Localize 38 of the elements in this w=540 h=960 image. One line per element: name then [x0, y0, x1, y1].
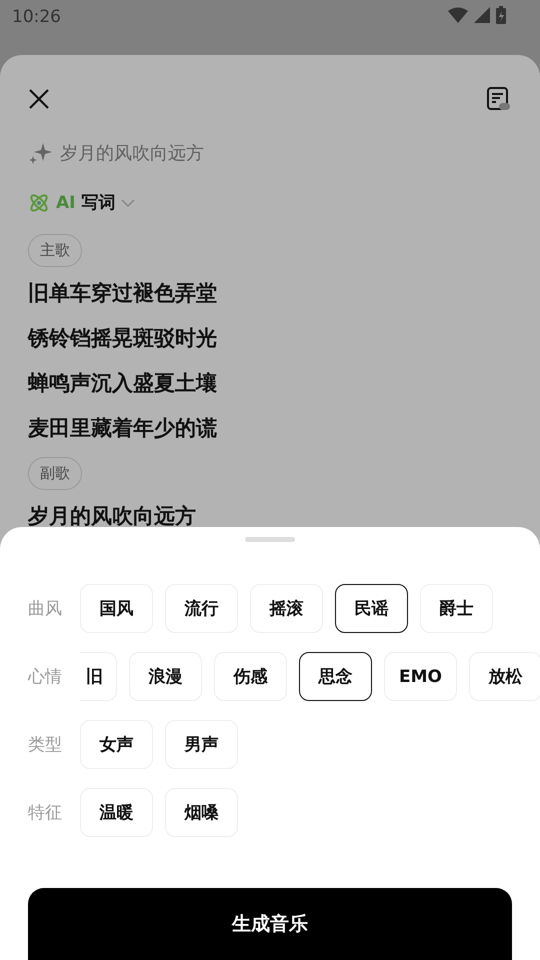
- option-label: 类型: [27, 734, 63, 756]
- lyric-line: 旧单车穿过褪色弄堂: [28, 280, 218, 307]
- option-chip[interactable]: 温暖: [80, 788, 153, 837]
- option-chip[interactable]: 女声: [80, 720, 153, 769]
- option-chip[interactable]: 旧: [80, 652, 117, 701]
- option-chip[interactable]: 爵士: [420, 584, 493, 633]
- option-chip[interactable]: 伤感: [214, 652, 287, 701]
- document-icon[interactable]: [486, 86, 512, 112]
- lyric-line: 蝉鸣声沉入盛夏土壤: [28, 370, 218, 397]
- signal-icon: [474, 7, 490, 23]
- atom-icon: [28, 192, 50, 214]
- section-tag: 副歌: [28, 457, 82, 490]
- option-chip[interactable]: 放松: [469, 652, 540, 701]
- drag-handle[interactable]: [245, 537, 295, 542]
- section-tag: 主歌: [28, 234, 82, 267]
- option-chip[interactable]: 国风: [80, 584, 153, 633]
- lyric-line: 岁月的风吹向远方: [28, 503, 197, 530]
- battery-icon: [496, 6, 506, 24]
- option-chip[interactable]: 烟嗓: [165, 788, 238, 837]
- option-chip[interactable]: 流行: [165, 584, 238, 633]
- option-chip[interactable]: 民谣: [335, 584, 408, 633]
- prompt-text: 岁月的风吹向远方: [60, 142, 204, 165]
- option-chip[interactable]: EMO: [384, 652, 457, 701]
- mode-selector[interactable]: AI 写词: [56, 191, 116, 214]
- option-label: 特征: [27, 802, 63, 824]
- status-time: 10:26: [12, 6, 61, 28]
- option-chip[interactable]: 思念: [299, 652, 372, 701]
- option-label: 曲风: [27, 598, 63, 620]
- lyric-line: 麦田里藏着年少的谎: [28, 415, 218, 442]
- option-chip[interactable]: 摇滚: [250, 584, 323, 633]
- generate-button[interactable]: 生成音乐: [28, 888, 512, 960]
- option-chip[interactable]: 男声: [165, 720, 238, 769]
- wifi-icon: [448, 7, 468, 23]
- sparkle-icon: [28, 141, 52, 165]
- lyric-line: 锈铃铛摇晃斑驳时光: [28, 325, 218, 352]
- option-label: 心情: [26, 666, 63, 688]
- close-icon[interactable]: [28, 88, 50, 110]
- option-chip[interactable]: 浪漫: [129, 652, 202, 701]
